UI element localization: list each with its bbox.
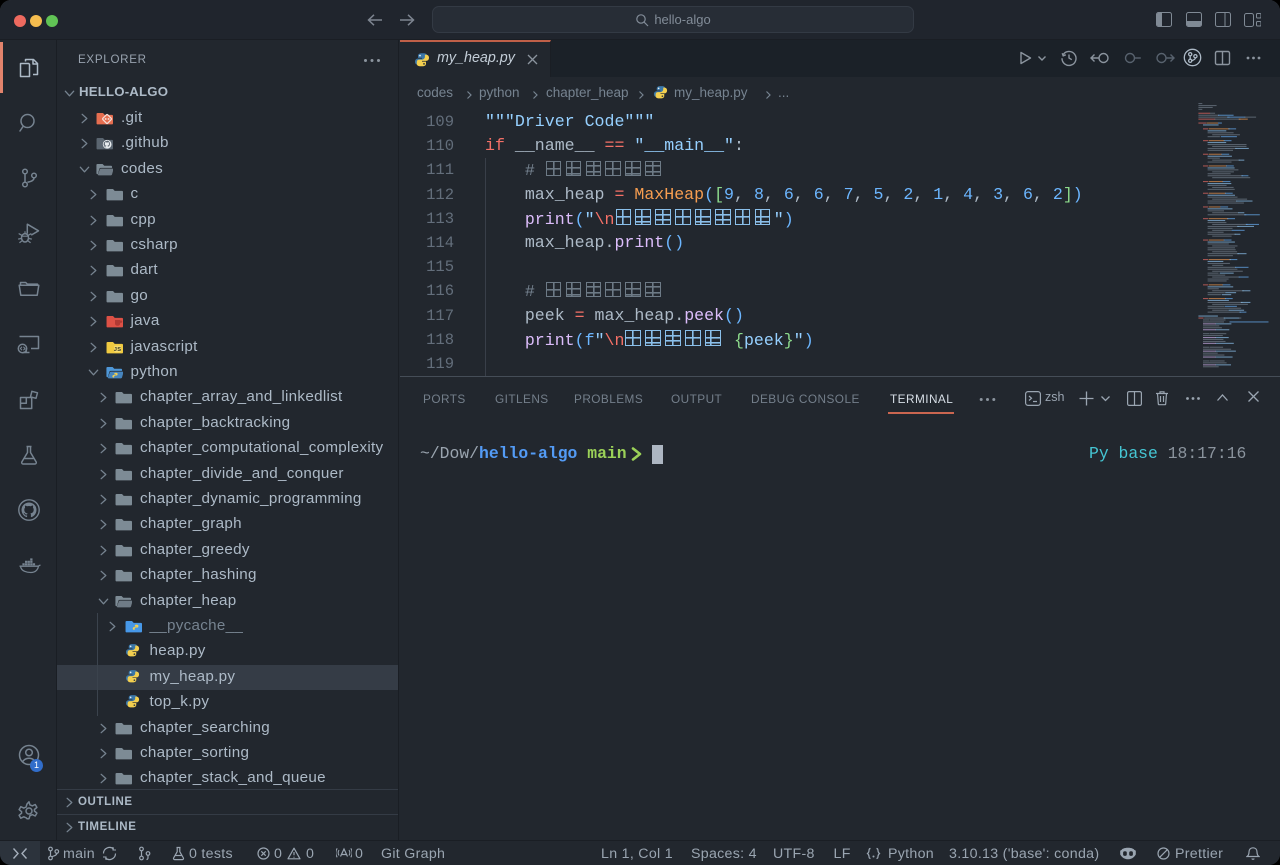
svg-text:JS: JS (113, 346, 121, 352)
